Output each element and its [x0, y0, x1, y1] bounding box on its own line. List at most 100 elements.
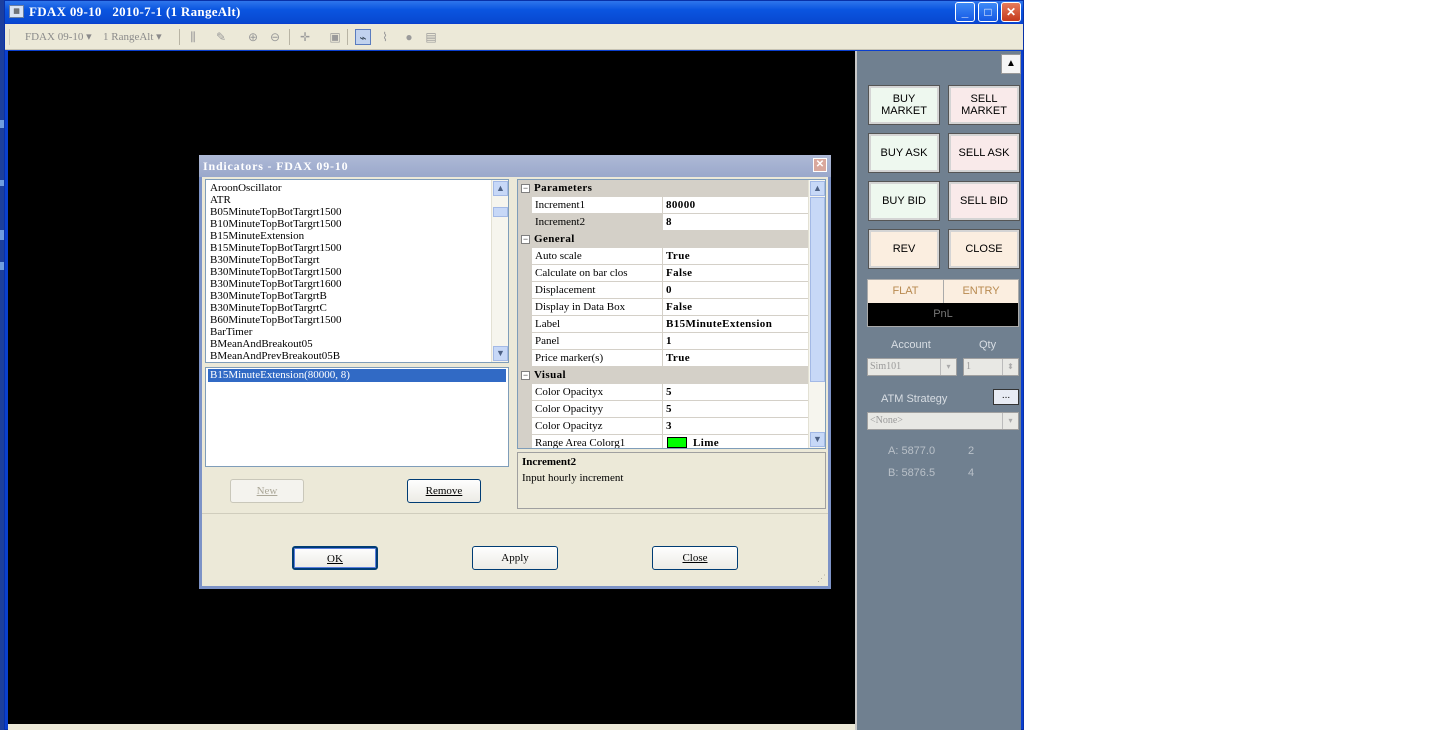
- scroll-down-icon[interactable]: ▼: [810, 432, 825, 447]
- scroll-thumb[interactable]: [810, 197, 825, 382]
- atm-strategy-button[interactable]: ...: [993, 389, 1019, 405]
- property-row[interactable]: Label B15MinuteExtension: [518, 316, 810, 333]
- position-status: FLAT: [868, 280, 944, 303]
- chart-trader-icon[interactable]: ●: [401, 29, 417, 45]
- indicator-list-item[interactable]: B15MinuteTopBotTargrt1500: [206, 242, 508, 254]
- chevron-down-icon: ▾: [940, 359, 956, 375]
- indicator-list-item[interactable]: B05MinuteTopBotTargrt1500: [206, 206, 508, 218]
- sell-ask-button[interactable]: SELL ASK: [948, 133, 1020, 173]
- collapse-panel-button[interactable]: ▲: [1001, 54, 1021, 74]
- chart-icon: ▦: [9, 5, 24, 18]
- minimize-button[interactable]: _: [955, 2, 975, 22]
- ok-label: OK: [327, 553, 343, 565]
- scroll-up-icon[interactable]: ▲: [810, 181, 825, 196]
- category-general[interactable]: − General: [518, 231, 810, 248]
- zoom-out-icon[interactable]: ⊖: [267, 29, 283, 45]
- zoom-in-icon[interactable]: ⊕: [245, 29, 261, 45]
- available-indicators-list[interactable]: AroonOscillator ATR B05MinuteTopBotTargrt1…: [205, 179, 509, 363]
- scroll-thumb[interactable]: [493, 207, 508, 217]
- resize-grip-icon[interactable]: ⋰: [817, 573, 826, 584]
- description-text: Input hourly increment: [522, 472, 624, 484]
- scroll-up-icon[interactable]: ▲: [493, 181, 508, 196]
- collapse-icon[interactable]: −: [521, 184, 530, 193]
- category-parameters[interactable]: − Parameters: [518, 180, 810, 197]
- property-row[interactable]: Auto scale True: [518, 248, 810, 265]
- data-box-icon[interactable]: ▤: [423, 29, 439, 45]
- period-selector[interactable]: 1 RangeAlt ▾: [103, 30, 162, 43]
- property-row[interactable]: Range Area Colorg1 Lime: [518, 435, 810, 448]
- property-row[interactable]: Panel 1: [518, 333, 810, 350]
- reverse-button[interactable]: REV: [868, 229, 940, 269]
- horizontal-scrollbar[interactable]: [8, 724, 855, 730]
- collapse-icon[interactable]: −: [521, 235, 530, 244]
- indicators-icon[interactable]: ⌁: [355, 29, 371, 45]
- dialog-title: Indicators - FDAX 09-10: [203, 159, 349, 173]
- sell-bid-button[interactable]: SELL BID: [948, 181, 1020, 221]
- applied-indicator-item[interactable]: B15MinuteExtension(80000, 8): [208, 369, 506, 382]
- account-select[interactable]: Sim101 ▾: [867, 358, 957, 376]
- ask-size: 2: [968, 445, 975, 457]
- maximize-button[interactable]: □: [978, 2, 998, 22]
- crosshair-icon[interactable]: ✛: [297, 29, 313, 45]
- applied-indicators-list[interactable]: B15MinuteExtension(80000, 8): [205, 367, 509, 467]
- property-row[interactable]: Color Opacityy 5: [518, 401, 810, 418]
- close-dialog-button[interactable]: Close: [652, 546, 738, 570]
- close-icon: ✕: [1005, 5, 1017, 19]
- indicator-list-item[interactable]: BarTimer: [206, 326, 508, 338]
- property-scrollbar[interactable]: ▲ ▼: [808, 180, 825, 448]
- bid-size: 4: [968, 467, 975, 479]
- new-button: New: [230, 479, 304, 503]
- toolbar-separator: [347, 29, 348, 45]
- instrument-selector[interactable]: FDAX 09-10 ▾: [25, 30, 92, 43]
- scroll-down-icon[interactable]: ▼: [493, 346, 508, 361]
- strategies-icon[interactable]: ⌇: [377, 29, 393, 45]
- buy-bid-button[interactable]: BUY BID: [868, 181, 940, 221]
- indicator-list-item[interactable]: B10MinuteTopBotTargrt1500: [206, 218, 508, 230]
- remove-button[interactable]: Remove: [407, 479, 481, 503]
- indicator-list-item[interactable]: B30MinuteTopBotTargrt1500: [206, 266, 508, 278]
- indicator-list-item[interactable]: B30MinuteTopBotTargrtC: [206, 302, 508, 314]
- bar-style-icon[interactable]: ⫼: [185, 29, 201, 45]
- quantity-stepper[interactable]: 1 ⬍: [963, 358, 1019, 376]
- property-row[interactable]: Price marker(s) True: [518, 350, 810, 367]
- account-value: Sim101: [870, 361, 902, 372]
- property-row[interactable]: Displacement 0: [518, 282, 810, 299]
- indicator-list-item[interactable]: BMeanAndBreakout05: [206, 338, 508, 350]
- buy-ask-button[interactable]: BUY ASK: [868, 133, 940, 173]
- indicator-list-item[interactable]: BMeanAndPrevBreakout05B: [206, 350, 508, 362]
- title-bar[interactable]: ▦ FDAX 09-10 2010-7-1 (1 RangeAlt) _ □ ✕: [5, 1, 1023, 23]
- close-icon[interactable]: ✕: [813, 158, 827, 172]
- atm-strategy-value: <None>: [870, 415, 903, 426]
- buy-market-button[interactable]: BUY MARKET: [868, 85, 940, 125]
- atm-strategy-select[interactable]: <None> ▾: [867, 412, 1019, 430]
- property-row[interactable]: Color Opacityz 3: [518, 418, 810, 435]
- list-scrollbar[interactable]: ▲ ▼: [491, 180, 508, 362]
- qty-label: Qty: [979, 339, 997, 351]
- indicator-list-item[interactable]: AroonOscillator: [206, 182, 508, 194]
- indicator-list-item[interactable]: B60MinuteTopBotTargrt1500: [206, 314, 508, 326]
- ok-button[interactable]: OK: [292, 546, 378, 570]
- property-grid[interactable]: − Parameters Increment1 80000 Increment2 8 …: [517, 179, 826, 449]
- apply-button[interactable]: Apply: [472, 546, 558, 570]
- close-position-button[interactable]: CLOSE: [948, 229, 1020, 269]
- dialog-title-bar[interactable]: Indicators - FDAX 09-10 ✕: [199, 155, 831, 177]
- chevron-down-icon: ▾: [1002, 413, 1018, 429]
- sell-market-button[interactable]: SELL MARKET: [948, 85, 1020, 125]
- property-row[interactable]: Increment1 80000: [518, 197, 810, 214]
- indicator-list-item[interactable]: ATR: [206, 194, 508, 206]
- entry-price: ENTRY: [944, 280, 1018, 303]
- properties-icon[interactable]: ▣: [327, 29, 343, 45]
- close-window-button[interactable]: ✕: [1001, 2, 1021, 22]
- indicator-list-item[interactable]: B30MinuteTopBotTargrt1600: [206, 278, 508, 290]
- category-visual[interactable]: − Visual: [518, 367, 810, 384]
- property-row[interactable]: Calculate on bar clos False: [518, 265, 810, 282]
- account-label: Account: [891, 339, 931, 351]
- collapse-icon[interactable]: −: [521, 371, 530, 380]
- property-row-selected[interactable]: Increment2 8: [518, 214, 810, 231]
- draw-pencil-icon[interactable]: ✎: [213, 29, 229, 45]
- indicator-list-item[interactable]: B30MinuteTopBotTargrt: [206, 254, 508, 266]
- indicator-list-item[interactable]: B15MinuteExtension: [206, 230, 508, 242]
- indicator-list-item[interactable]: B30MinuteTopBotTargrtB: [206, 290, 508, 302]
- property-row[interactable]: Display in Data Box False: [518, 299, 810, 316]
- property-row[interactable]: Color Opacityx 5: [518, 384, 810, 401]
